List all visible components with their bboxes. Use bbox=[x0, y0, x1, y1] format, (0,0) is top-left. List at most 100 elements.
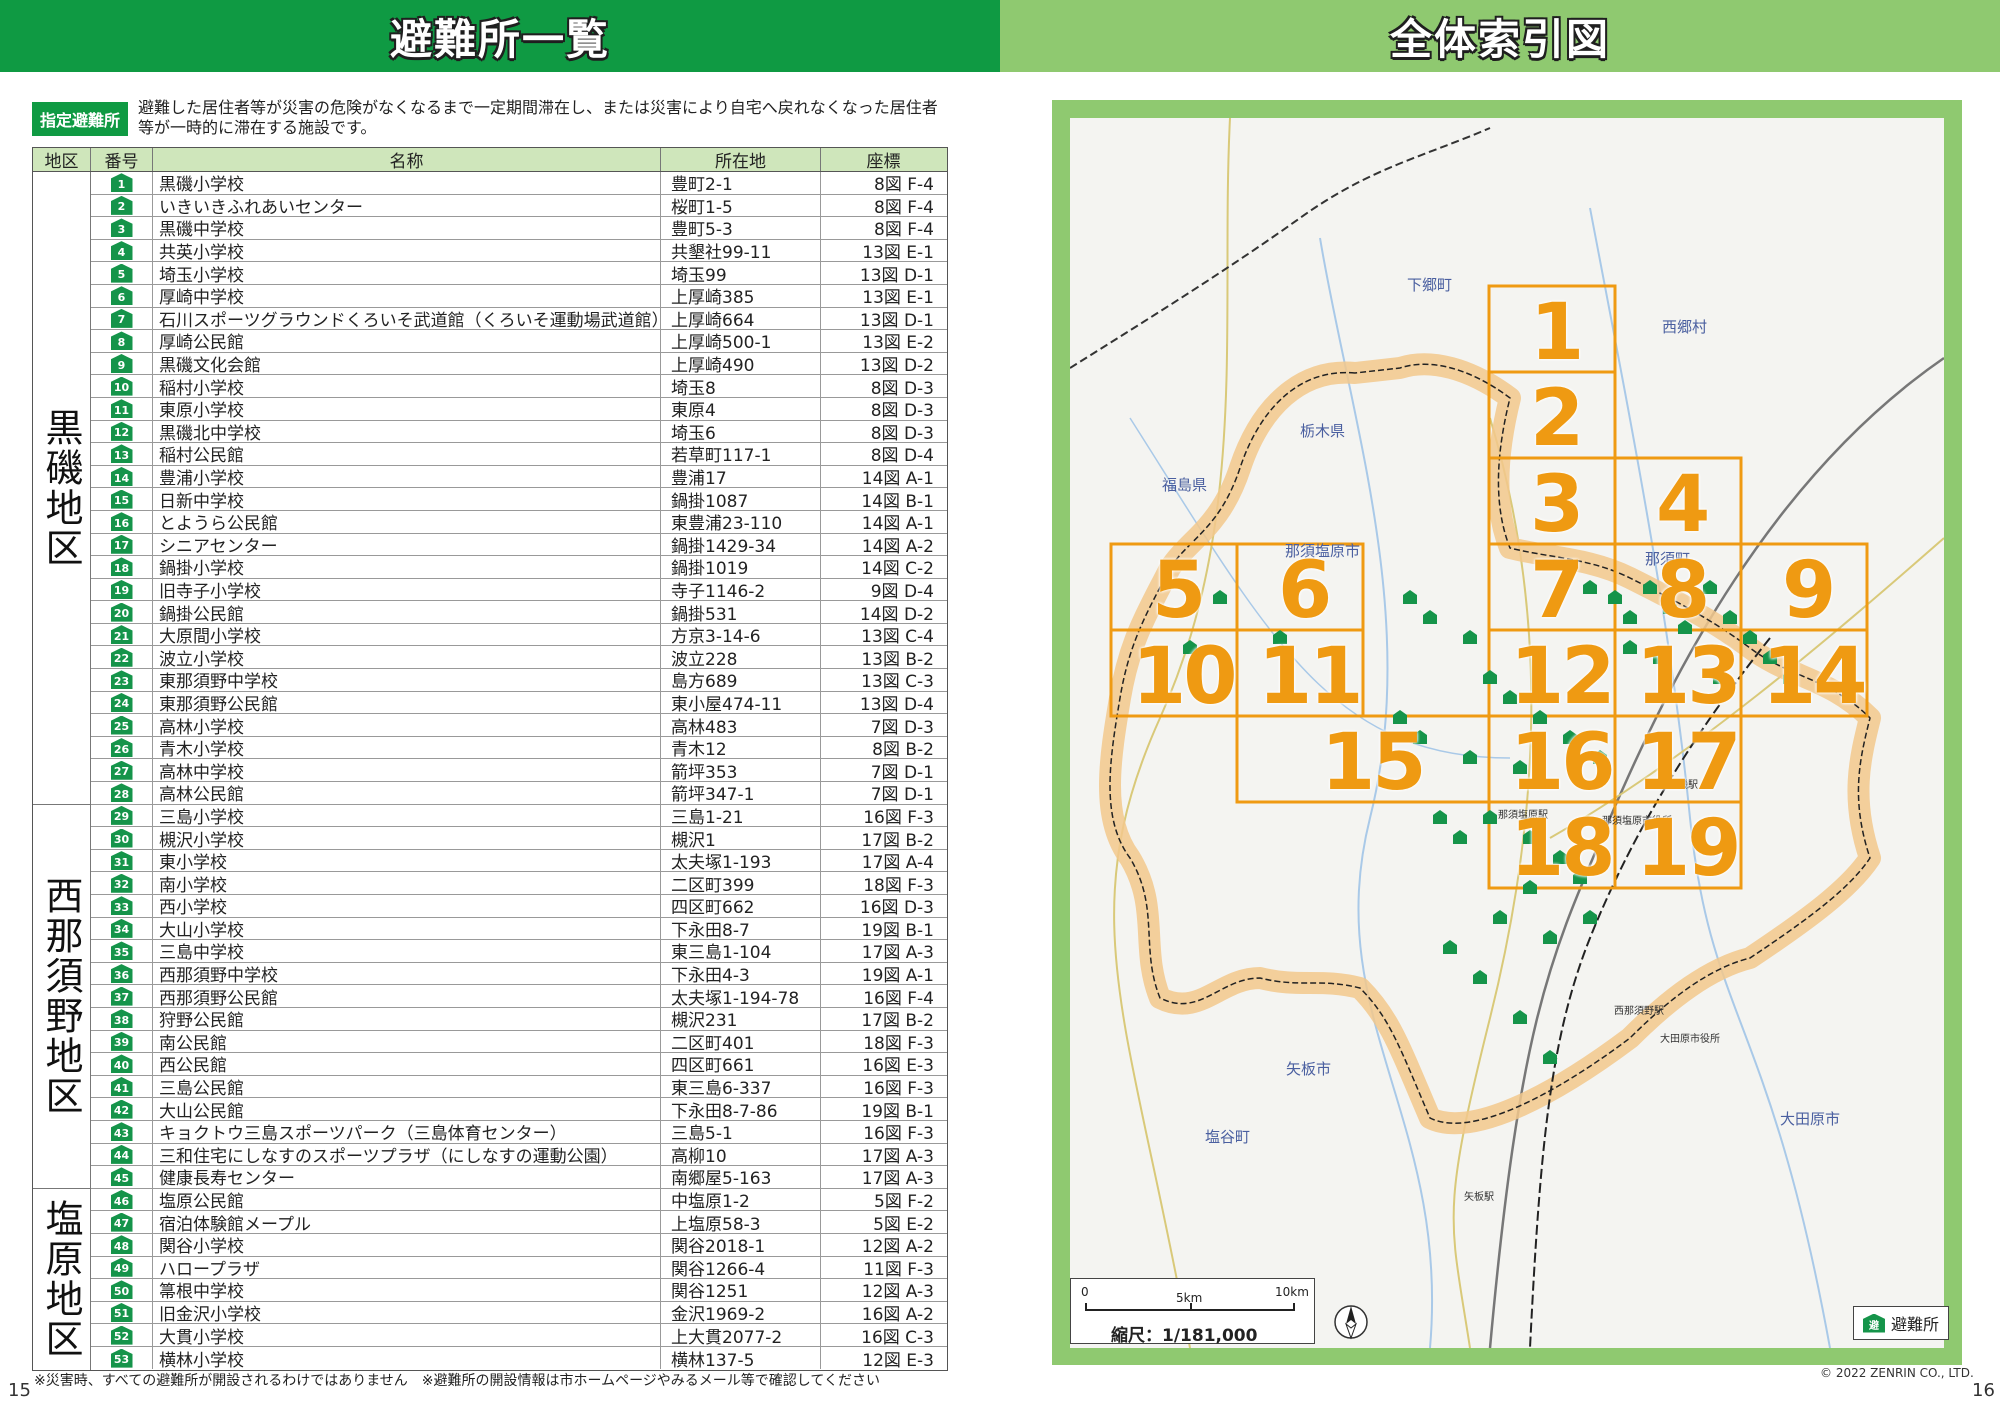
shelter-number-cell: 45 bbox=[91, 1166, 153, 1188]
shelter-map-ref: 14図 A-2 bbox=[861, 536, 934, 556]
shelter-name: 高林公民館 bbox=[153, 782, 661, 804]
label-otawara-hall: 大田原市役所 bbox=[1660, 1034, 1720, 1045]
shelter-name: 塩原公民館 bbox=[153, 1188, 661, 1211]
copyright: © 2022 ZENRIN CO., LTD. bbox=[1820, 1366, 1974, 1380]
label-otawara: 大田原市 bbox=[1780, 1110, 1841, 1128]
label-shimogo: 下郷町 bbox=[1407, 276, 1453, 294]
shelter-number-badge: 27 bbox=[110, 760, 133, 780]
shelter-map-ref: 17図 B-2 bbox=[861, 830, 934, 849]
shelter-address: 槻沢1 bbox=[661, 827, 821, 849]
shelter-number-badge: 23 bbox=[110, 670, 133, 690]
shelter-number-badge: 7 bbox=[110, 308, 133, 328]
shelter-name: 黒磯中学校 bbox=[153, 217, 661, 239]
index-cell-number[interactable]: 1 bbox=[1530, 294, 1584, 372]
shelter-number-badge: 34 bbox=[110, 918, 133, 938]
label-yaita: 矢板市 bbox=[1286, 1060, 1332, 1078]
index-cell-number[interactable]: 15 bbox=[1321, 724, 1427, 802]
legend-label: 避難所 bbox=[1890, 1315, 1939, 1334]
label-yaita-st: 矢板駅 bbox=[1464, 1192, 1494, 1203]
shelter-map-ref: 9図 D-4 bbox=[870, 581, 934, 601]
shelter-map-ref: 5図 E-2 bbox=[873, 1214, 934, 1233]
index-cell-number[interactable]: 7 bbox=[1530, 552, 1584, 630]
index-map[interactable]: 栃木県 福島県 那須塩原市 那須町 矢板市 塩谷町 大田原市 下郷町 西郷村 黒… bbox=[1070, 118, 1944, 1348]
shelter-number-cell: 3 bbox=[91, 217, 153, 239]
index-cell-number[interactable]: 2 bbox=[1530, 380, 1584, 458]
index-cell-number[interactable]: 13 bbox=[1636, 638, 1742, 716]
index-cell-number[interactable]: 11 bbox=[1258, 638, 1364, 716]
table-row: 7 石川スポーツグラウンドくろいそ武道館（くろいそ運動場武道館） 上厚崎664 13図… bbox=[91, 307, 947, 331]
index-cell-number[interactable]: 18 bbox=[1510, 810, 1616, 888]
shelter-number-badge: 35 bbox=[110, 941, 133, 961]
district-name: 黒磯地区 bbox=[39, 407, 83, 568]
shelter-number-cell: 34 bbox=[91, 917, 153, 940]
index-cell-number[interactable]: 17 bbox=[1636, 724, 1742, 802]
shelter-address: 高林483 bbox=[661, 714, 821, 736]
shelter-address: 下永田8-7-86 bbox=[661, 1098, 821, 1120]
index-cell-number[interactable]: 19 bbox=[1636, 810, 1742, 888]
shelter-number-cell: 32 bbox=[91, 872, 153, 894]
index-cell-number[interactable]: 3 bbox=[1530, 466, 1584, 544]
index-cell-number[interactable]: 9 bbox=[1782, 552, 1836, 630]
table-row: 13 稲村公民館 若草町117-1 8図 D-4 bbox=[91, 443, 947, 466]
page-number-right: 16 bbox=[1972, 1380, 1995, 1401]
table-row: 4 共英小学校 共墾社99-11 13図 E-1 bbox=[91, 239, 947, 263]
shelter-number-cell: 52 bbox=[91, 1324, 153, 1346]
table-row: 23 東那須野中学校 島方689 13図 C-3 bbox=[91, 669, 947, 692]
shelter-map-ref: 19図 B-1 bbox=[861, 920, 934, 940]
shelter-name: 関谷小学校 bbox=[153, 1233, 661, 1256]
shelter-map-ref: 13図 D-4 bbox=[859, 694, 934, 714]
index-map-title: 全体索引図 bbox=[1000, 0, 2000, 72]
index-cell-number[interactable]: 5 bbox=[1152, 552, 1206, 630]
shelter-name: 三島公民館 bbox=[153, 1075, 661, 1098]
shelter-address: 豊町5-3 bbox=[661, 217, 821, 239]
shelter-address: 三島1-21 bbox=[661, 804, 821, 827]
shelter-address: 桜町1-5 bbox=[661, 194, 821, 217]
shelter-number-badge: 2 bbox=[110, 195, 133, 215]
shelter-map-ref: 16図 F-3 bbox=[863, 1079, 934, 1098]
shelter-number-badge: 4 bbox=[110, 241, 133, 261]
shelter-map-ref: 5図 F-2 bbox=[874, 1192, 934, 1211]
shelter-map-ref: 13図 E-2 bbox=[862, 333, 934, 352]
shelter-name: 波立小学校 bbox=[153, 646, 661, 669]
table-row: 20 鍋掛公民館 鍋掛531 14図 D-2 bbox=[91, 601, 947, 624]
shelter-number-badge: 50 bbox=[110, 1280, 133, 1300]
shelter-number-badge: 6 bbox=[110, 286, 133, 306]
header-map: 座標 bbox=[866, 152, 901, 172]
shelter-address: 方京3-14-6 bbox=[661, 623, 821, 646]
shelter-address: 上塩原58-3 bbox=[661, 1211, 821, 1233]
index-cell-number[interactable]: 16 bbox=[1510, 724, 1616, 802]
shelter-number-cell: 37 bbox=[91, 985, 153, 1007]
shelter-map-ref: 11図 F-3 bbox=[863, 1259, 934, 1279]
shelter-name: シニアセンター bbox=[153, 533, 661, 556]
shelter-name: 西那須野公民館 bbox=[153, 985, 661, 1007]
shelter-name: 狩野公民館 bbox=[153, 1007, 661, 1030]
shelter-map-ref: 8図 D-3 bbox=[870, 423, 934, 443]
index-cell-number[interactable]: 8 bbox=[1656, 552, 1710, 630]
table-row: 16 とようら公民館 東豊浦23-110 14図 A-1 bbox=[91, 510, 947, 534]
shelter-number-badge: 44 bbox=[110, 1144, 133, 1164]
map-base bbox=[1070, 118, 1944, 1348]
table-row: 18 鍋掛小学校 鍋掛1019 14図 C-2 bbox=[91, 556, 947, 579]
shelter-name: 厚崎中学校 bbox=[153, 284, 661, 307]
shelter-address: 東小屋474-11 bbox=[661, 691, 821, 714]
shelter-address: 鍋掛1019 bbox=[661, 556, 821, 578]
shelter-map-ref: 19図 B-1 bbox=[861, 1101, 934, 1120]
shelter-number-cell: 42 bbox=[91, 1098, 153, 1120]
index-cell-number[interactable]: 12 bbox=[1510, 638, 1616, 716]
index-cell-number[interactable]: 14 bbox=[1762, 638, 1868, 716]
shelter-name: 黒磯北中学校 bbox=[153, 420, 661, 443]
index-cell-number[interactable]: 4 bbox=[1656, 466, 1710, 544]
shelter-map-ref: 13図 D-1 bbox=[859, 265, 934, 284]
shelter-number-badge: 46 bbox=[110, 1190, 133, 1210]
shelter-number-cell: 21 bbox=[91, 623, 153, 646]
shelter-address: 南郷屋5-163 bbox=[661, 1166, 821, 1188]
shelter-number-cell: 50 bbox=[91, 1279, 153, 1301]
shelter-map-ref: 16図 E-3 bbox=[862, 1056, 934, 1075]
shelter-address: 鍋掛531 bbox=[661, 601, 821, 623]
index-cell-number[interactable]: 10 bbox=[1132, 638, 1238, 716]
table-row: 5 埼玉小学校 埼玉99 13図 D-1 bbox=[91, 262, 947, 285]
index-cell-number[interactable]: 6 bbox=[1278, 552, 1332, 630]
shelter-number-cell: 39 bbox=[91, 1030, 153, 1053]
shelter-number-cell: 25 bbox=[91, 714, 153, 736]
shelter-map-ref: 13図 D-2 bbox=[859, 356, 934, 375]
